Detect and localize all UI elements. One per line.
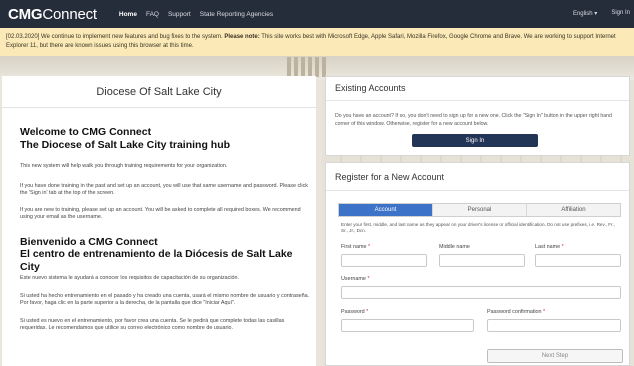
welcome-paragraph-2: If you have done training in the past an… bbox=[20, 182, 308, 197]
password-field[interactable] bbox=[341, 319, 474, 332]
welcome-panel: Diocese Of Salt Lake City Welcome to CMG… bbox=[2, 76, 316, 366]
first-name-label: First name * bbox=[341, 244, 371, 250]
middle-name-field[interactable] bbox=[439, 254, 525, 267]
nav-sign-in-link[interactable]: Sign In bbox=[611, 10, 630, 17]
password-confirmation-label: Password confirmation * bbox=[487, 309, 546, 315]
first-name-field[interactable] bbox=[341, 254, 427, 267]
username-field[interactable] bbox=[341, 286, 621, 299]
background-pillars bbox=[282, 57, 330, 77]
cmg-connect-logo[interactable]: CMGConnect bbox=[8, 6, 97, 23]
nav-links: Home FAQ Support State Reporting Agencie… bbox=[119, 11, 273, 18]
tab-account[interactable]: Account bbox=[339, 204, 433, 216]
welcome-heading-en-1: Welcome to CMG Connect bbox=[20, 126, 152, 138]
existing-accounts-description: Do you have an account? If so, you don't… bbox=[335, 113, 612, 127]
nav-link-faq[interactable]: FAQ bbox=[146, 11, 159, 18]
welcome-paragraph-3: If you are new to training, please set u… bbox=[20, 206, 301, 221]
notice-bold: Please note: bbox=[224, 34, 260, 40]
existing-accounts-panel: Existing Accounts Do you have an account… bbox=[325, 76, 630, 156]
welcome-paragraph-5: Si usted ha hecho entrenamiento en el pa… bbox=[20, 292, 310, 299]
welcome-heading-en-2: The Diocese of Salt Lake City training h… bbox=[20, 138, 231, 151]
tab-affiliation[interactable]: Affiliation bbox=[527, 204, 620, 216]
notice-banner: [02.03.2020] We continue to implement ne… bbox=[0, 28, 634, 56]
welcome-paragraph-5b: Por favor, haga clic en la parte superio… bbox=[20, 300, 236, 306]
welcome-content: Welcome to CMG Connect The Diocese of Sa… bbox=[20, 126, 310, 333]
nav-link-support[interactable]: Support bbox=[168, 11, 191, 18]
register-panel: Register for a New Account Account Perso… bbox=[325, 162, 630, 366]
welcome-heading-es-2: El centro de entrenamiento de la Diócesi… bbox=[20, 248, 293, 273]
sign-in-button[interactable]: Sign In bbox=[412, 134, 538, 147]
register-title: Register for a New Account bbox=[335, 172, 445, 182]
welcome-paragraph-4: Este nuevo sistema le ayudará a conocer … bbox=[20, 275, 240, 281]
nav-right: English ▾ Sign In bbox=[573, 10, 630, 17]
last-name-field[interactable] bbox=[535, 254, 621, 267]
welcome-paragraph-6: Si usted es nuevo en el entrenamiento, p… bbox=[20, 317, 285, 332]
divider bbox=[326, 100, 629, 101]
next-step-button[interactable]: Next Step bbox=[487, 349, 623, 363]
notice-date: [02.03.2020] bbox=[6, 34, 40, 40]
existing-accounts-title: Existing Accounts bbox=[335, 83, 406, 93]
divider bbox=[326, 190, 629, 191]
divider bbox=[2, 107, 316, 108]
password-label: Password * bbox=[341, 309, 369, 315]
middle-name-label: Middle name bbox=[439, 244, 470, 250]
password-confirmation-field[interactable] bbox=[487, 319, 621, 332]
last-name-label: Last name * bbox=[535, 244, 564, 250]
name-instructions: Enter your first, middle, and last name … bbox=[341, 222, 615, 233]
welcome-paragraph-1: This new system will help walk you throu… bbox=[20, 163, 228, 169]
diocese-title: Diocese Of Salt Lake City bbox=[96, 86, 222, 98]
language-dropdown[interactable]: English ▾ bbox=[573, 10, 597, 17]
nav-link-home[interactable]: Home bbox=[119, 11, 137, 18]
username-label: Username * bbox=[341, 276, 370, 282]
welcome-heading-es-1: Bienvenido a CMG Connect bbox=[20, 235, 158, 248]
tab-personal[interactable]: Personal bbox=[433, 204, 527, 216]
top-navbar: CMGConnect Home FAQ Support State Report… bbox=[0, 0, 634, 28]
nav-link-state-reporting-agencies[interactable]: State Reporting Agencies bbox=[200, 11, 273, 18]
notice-text-pre: We continue to implement new features an… bbox=[39, 34, 225, 40]
register-tabs: Account Personal Affiliation bbox=[338, 203, 621, 217]
